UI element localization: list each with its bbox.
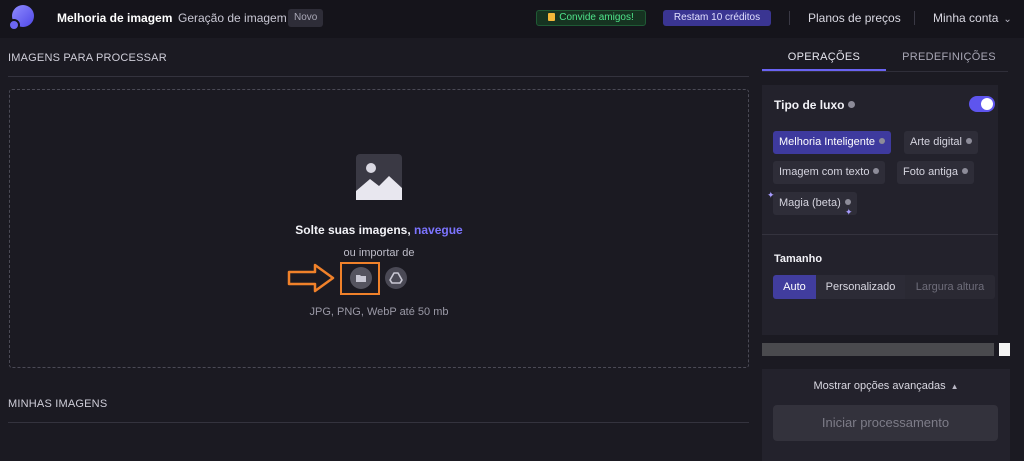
account-menu[interactable]: Minha conta ⌄ xyxy=(933,11,1012,25)
chip-label: Imagem com texto xyxy=(779,166,870,178)
google-drive-icon xyxy=(389,272,403,284)
start-processing-button[interactable]: Iniciar processamento xyxy=(773,405,998,441)
active-tab-indicator xyxy=(762,69,886,71)
tab-operations[interactable]: OPERAÇÕES xyxy=(762,51,886,63)
gift-icon xyxy=(548,13,556,21)
chip-smart-enhancement[interactable]: Melhoria Inteligente xyxy=(773,131,892,154)
enhancement-type-title: Tipo de luxo xyxy=(774,98,856,112)
sparkle-icon: ✦ xyxy=(767,190,775,200)
tabs-divider xyxy=(762,71,1008,72)
browse-link[interactable]: navegue xyxy=(414,223,463,237)
credits-badge[interactable]: Restam 10 créditos xyxy=(663,10,771,26)
info-dot-icon xyxy=(879,138,886,144)
size-width-height-input[interactable]: Largura altura xyxy=(905,275,995,299)
app-logo[interactable] xyxy=(8,5,34,31)
arrow-right-icon xyxy=(287,263,335,293)
divider xyxy=(8,422,749,423)
chevron-down-icon: ⌄ xyxy=(1003,14,1012,25)
divider xyxy=(762,234,998,235)
image-placeholder-icon xyxy=(356,154,402,200)
chevron-up-icon: ▲ xyxy=(950,382,959,391)
info-dot-icon xyxy=(873,168,880,174)
chip-label: Magia (beta) xyxy=(779,197,841,209)
drop-instructions: Solte suas imagens, navegue xyxy=(0,223,758,237)
sparkle-icon: ✦ xyxy=(845,207,853,217)
chip-image-with-text[interactable]: Imagem com texto xyxy=(773,161,886,184)
chip-digital-art[interactable]: Arte digital xyxy=(904,131,978,154)
size-custom-button[interactable]: Personalizado xyxy=(816,275,905,299)
import-google-drive-button[interactable] xyxy=(385,267,407,289)
divider xyxy=(914,11,915,25)
new-badge: Novo xyxy=(288,9,324,27)
chip-label: Melhoria Inteligente xyxy=(779,136,876,148)
top-bar: Melhoria de imagem Geração de imagem Nov… xyxy=(0,0,1024,38)
size-title: Tamanho xyxy=(774,253,823,265)
chip-label: Arte digital xyxy=(910,136,962,148)
advanced-options-label: Mostrar opções avançadas xyxy=(813,380,946,392)
folder-icon xyxy=(356,275,366,282)
enhancement-type-label: Tipo de luxo xyxy=(774,98,845,112)
enhancement-toggle[interactable] xyxy=(969,96,995,112)
my-images-title: MINHAS IMAGENS xyxy=(8,398,108,410)
scrollbar-end[interactable] xyxy=(999,343,1010,356)
images-to-process-title: IMAGENS PARA PROCESSAR xyxy=(8,52,167,64)
logo-circle-small xyxy=(8,19,20,31)
divider xyxy=(8,76,749,77)
import-folder-button[interactable] xyxy=(350,267,372,289)
invite-friends-button[interactable]: Convide amigos! xyxy=(536,10,646,26)
info-dot-icon xyxy=(962,168,969,174)
supported-formats: JPG, PNG, WebP até 50 mb xyxy=(309,306,449,318)
divider xyxy=(789,11,790,25)
nav-image-generation[interactable]: Geração de imagem xyxy=(178,11,287,25)
import-from-label: ou importar de xyxy=(343,247,415,259)
nav-image-enhancement[interactable]: Melhoria de imagem xyxy=(57,11,172,25)
drop-text: Solte suas imagens, xyxy=(295,223,411,237)
info-dot-icon[interactable] xyxy=(848,101,856,108)
info-dot-icon xyxy=(965,138,972,144)
info-dot-icon xyxy=(844,199,851,205)
invite-label: Convide amigos! xyxy=(559,12,634,23)
advanced-options-toggle[interactable]: Mostrar opções avançadas ▲ xyxy=(762,380,1010,392)
account-label: Minha conta xyxy=(933,11,999,25)
chip-old-photo[interactable]: Foto antiga xyxy=(897,161,975,184)
horizontal-scrollbar[interactable] xyxy=(762,343,994,356)
size-auto-button[interactable]: Auto xyxy=(773,275,816,299)
pricing-link[interactable]: Planos de preços xyxy=(808,11,901,25)
tab-presets[interactable]: PREDEFINIÇÕES xyxy=(890,51,1008,63)
chip-label: Foto antiga xyxy=(903,166,959,178)
